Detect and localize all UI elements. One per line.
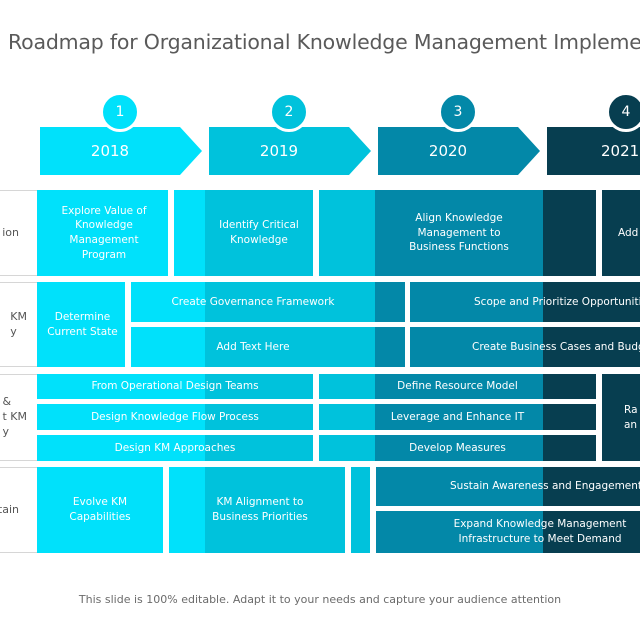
task-expand-infrastructure[interactable]: Expand Knowledge Management Infrastructu… — [440, 511, 640, 553]
task-scope-prioritize[interactable]: Scope and Prioritize Opportunitie — [440, 282, 640, 322]
task-leverage-it[interactable]: Leverage and Enhance IT — [319, 404, 596, 430]
timeline-arrow-2021: 2021 — [547, 127, 640, 175]
task-create-governance[interactable]: Create Governance Framework — [131, 282, 375, 322]
step-badge-4: 4 — [606, 92, 640, 132]
task-evolve-km[interactable]: Evolve KM Capabilities — [40, 467, 160, 553]
task-business-cases[interactable]: Create Business Cases and Budge — [440, 327, 640, 367]
row-label-2: KM y — [0, 282, 37, 367]
year-label: 2019 — [259, 142, 299, 160]
task-km-approaches[interactable]: Design KM Approaches — [37, 435, 313, 461]
task-identify-critical-knowledge[interactable]: Identify Critical Knowledge — [205, 190, 313, 276]
timeline-arrow-2020: 2020 — [378, 127, 540, 175]
cell-separator — [345, 467, 351, 553]
year-label: 2021 — [601, 142, 640, 160]
cell-separator — [168, 190, 174, 276]
cell-separator — [313, 190, 319, 276]
task-operational-design-teams[interactable]: From Operational Design Teams — [37, 374, 313, 399]
task-ra[interactable]: Ra an — [602, 374, 640, 461]
step-badge-1: 1 — [100, 92, 140, 132]
year-label: 2018 — [90, 142, 130, 160]
task-km-alignment[interactable]: KM Alignment to Business Priorities — [205, 467, 315, 553]
cell-separator — [163, 467, 169, 553]
row-label-4: stain — [0, 467, 37, 553]
timeline-arrow-2018: 2018 — [40, 127, 202, 175]
task-explore-value[interactable]: Explore Value of Knowledge Management Pr… — [50, 190, 158, 276]
task-knowledge-flow-process[interactable]: Design Knowledge Flow Process — [37, 404, 313, 430]
footer-note: This slide is 100% editable. Adapt it to… — [78, 593, 562, 606]
slide-title: Roadmap for Organizational Knowledge Man… — [8, 30, 640, 54]
step-badge-3: 3 — [438, 92, 478, 132]
task-resource-model[interactable]: Define Resource Model — [319, 374, 596, 399]
timeline-arrow-2019: 2019 — [209, 127, 371, 175]
row-label-3: & t KM y — [0, 374, 37, 461]
row-label-1: ion — [0, 190, 37, 276]
row-separator — [0, 367, 640, 374]
step-badge-2: 2 — [269, 92, 309, 132]
task-determine-current-state[interactable]: Determine Current State — [40, 282, 125, 367]
year-label: 2020 — [428, 142, 468, 160]
task-sustain-awareness[interactable]: Sustain Awareness and Engagement — [410, 467, 640, 506]
task-add-text-here[interactable]: Add Text Here — [131, 327, 375, 367]
task-align-km[interactable]: Align Knowledge Management to Business F… — [390, 190, 528, 276]
task-develop-measures[interactable]: Develop Measures — [319, 435, 596, 461]
task-add[interactable]: Add — [602, 190, 640, 276]
